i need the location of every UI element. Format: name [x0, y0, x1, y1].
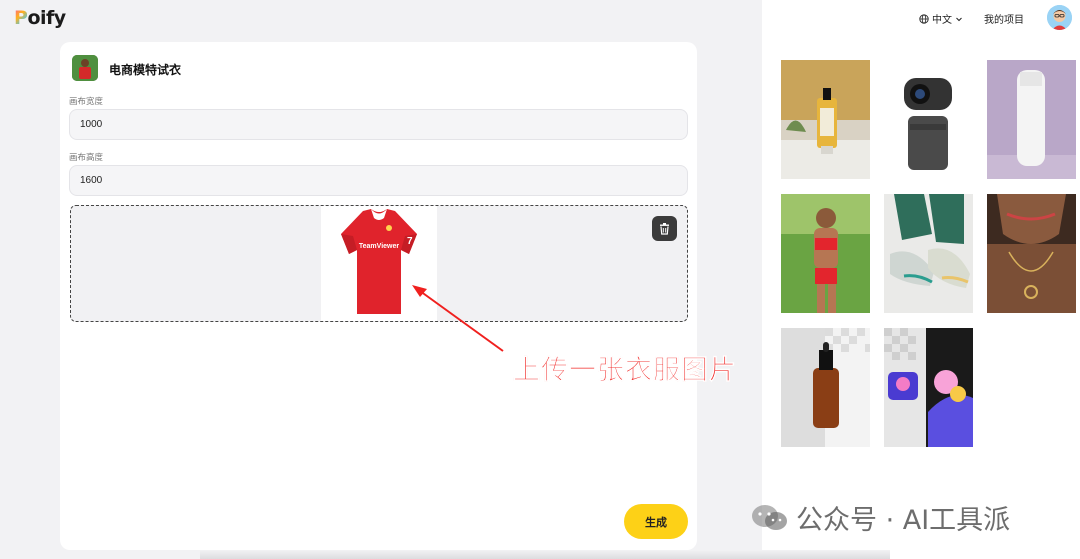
shirt-sponsor-text: TeamViewer [359, 243, 399, 250]
delete-image-button[interactable] [652, 216, 677, 241]
gallery-item-serum-bottle[interactable] [781, 60, 870, 179]
gallery-item-webcam[interactable] [884, 60, 973, 179]
user-avatar[interactable] [1047, 5, 1072, 30]
globe-icon [919, 13, 929, 24]
gallery-item-dropper-bottle[interactable] [781, 328, 870, 447]
app-logo[interactable]: Poify [14, 6, 66, 30]
canvas-width-input[interactable]: 1000 [69, 109, 688, 140]
watermark-text: 公众号 · AI工具派 [796, 505, 1011, 536]
wechat-icon [752, 504, 787, 530]
gallery-item-water-bottle[interactable] [987, 60, 1076, 179]
tool-thumbnail [72, 55, 98, 81]
gallery-item-necklace[interactable] [987, 194, 1076, 313]
language-label: 中文 [932, 15, 952, 26]
gallery-panel: 中文 我的项目 [762, 0, 1080, 559]
svg-text:7: 7 [407, 236, 413, 247]
gallery-item-sneakers[interactable] [884, 194, 973, 313]
generate-button[interactable]: 生成 [624, 504, 688, 539]
annotation-text: 上传一张衣服图片 [513, 355, 737, 387]
watermark: 公众号 · AI工具派 [750, 498, 1010, 537]
canvas-width-label: 画布宽度 [69, 96, 104, 106]
gallery-item-woman-running[interactable] [781, 194, 870, 313]
canvas-height-label: 画布高度 [69, 152, 104, 162]
canvas-height-input[interactable]: 1600 [69, 165, 688, 196]
trash-icon [660, 223, 669, 235]
image-upload-area[interactable]: TeamViewer 7 [70, 205, 688, 322]
uploaded-shirt-image: TeamViewer 7 [321, 206, 437, 321]
my-projects-link[interactable]: 我的项目 [984, 11, 1024, 26]
chevron-down-icon [956, 17, 962, 21]
bottom-shadow [200, 550, 890, 559]
tryon-panel: 电商模特试衣 画布宽度 1000 画布高度 1600 TeamViewer 7 … [60, 42, 697, 550]
gallery-item-sneaker-art[interactable] [884, 328, 973, 447]
language-selector[interactable]: 中文 [919, 11, 963, 26]
panel-title: 电商模特试衣 [109, 63, 182, 77]
